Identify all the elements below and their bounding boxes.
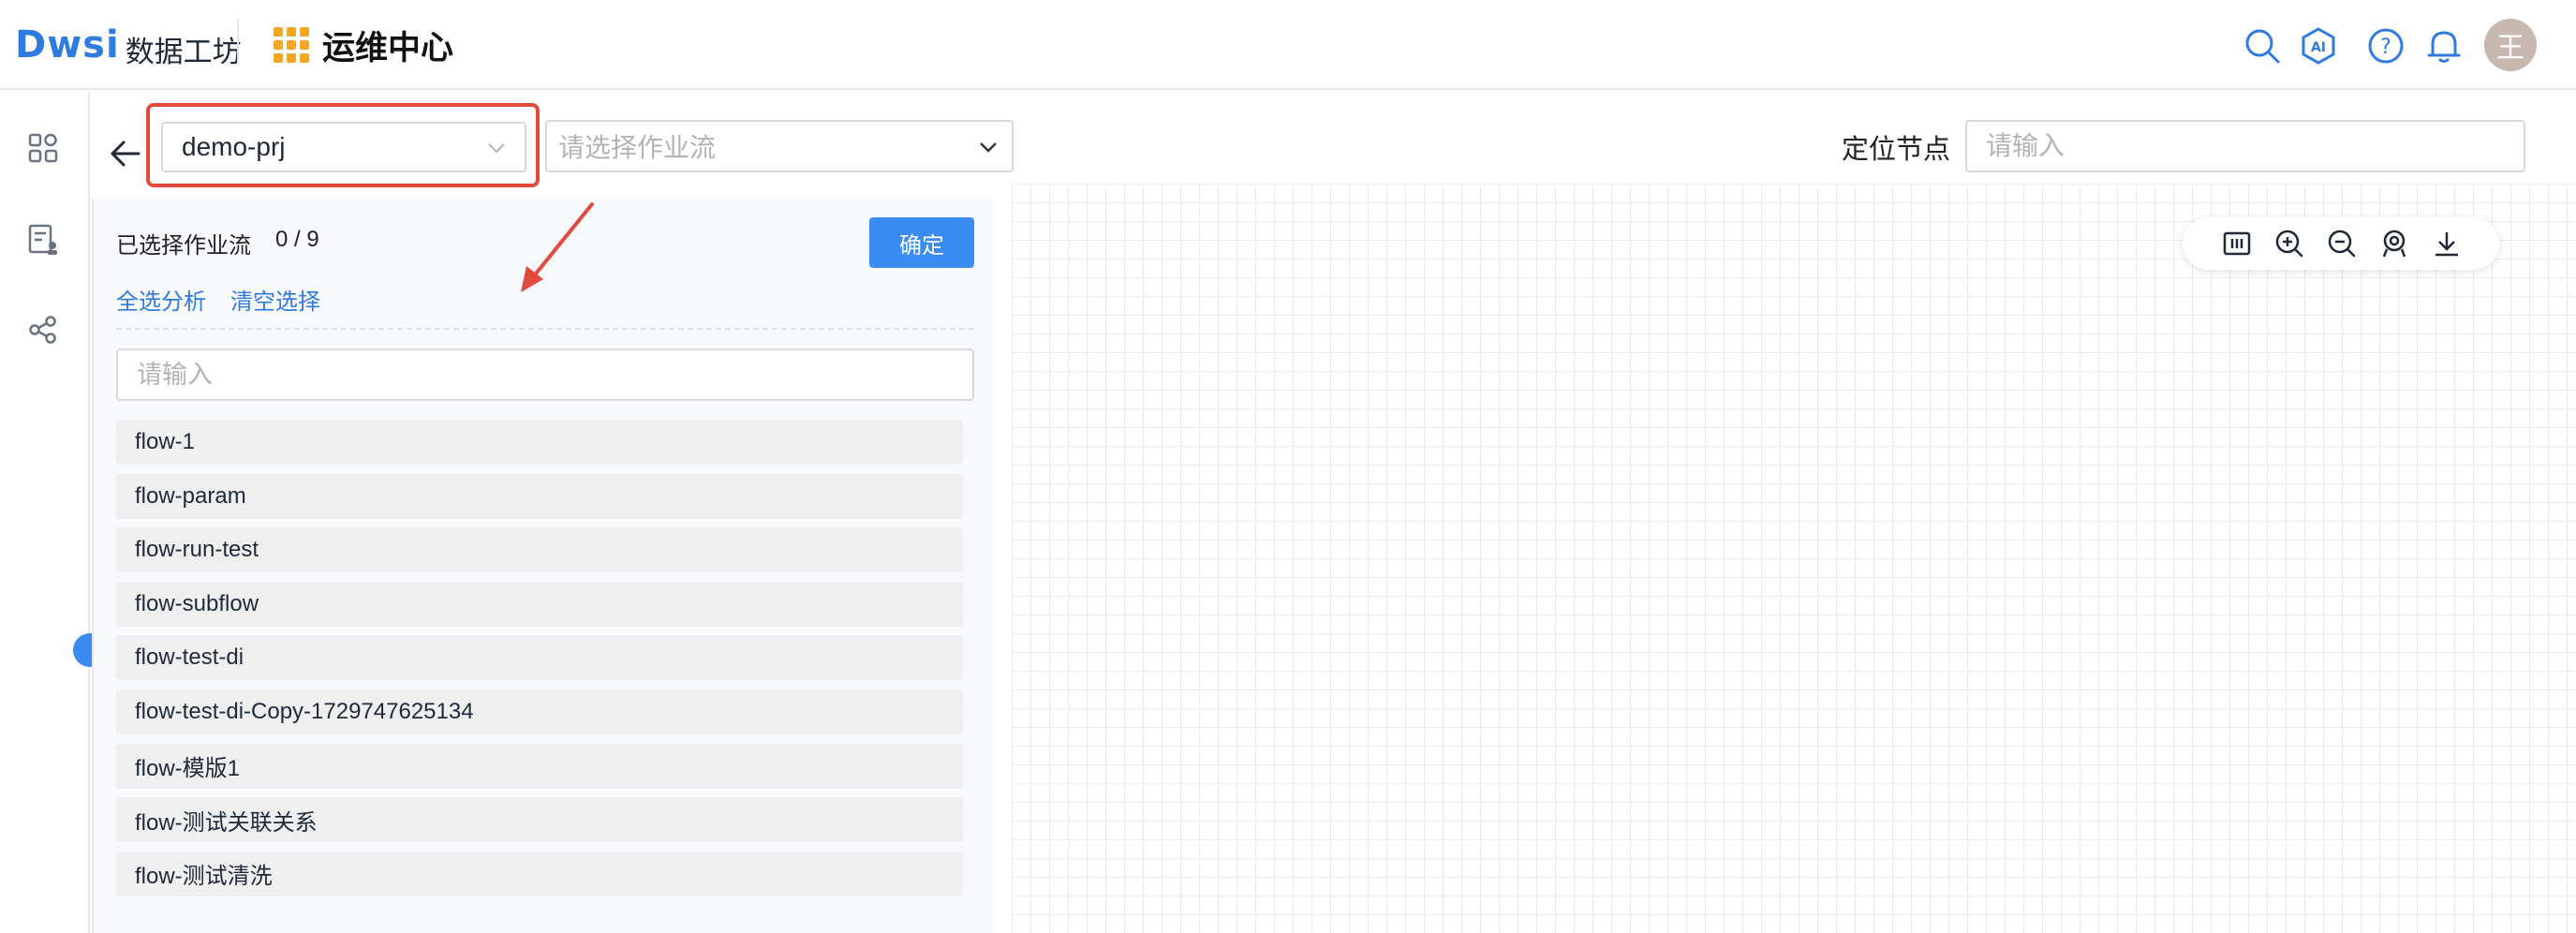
flow-select-dropdown: 已选择作业流 0 / 9 确定 全选分析 清空选择 flow-1 flow-par… bbox=[92, 199, 993, 933]
selected-flows-count: 0 / 9 bbox=[275, 227, 319, 252]
divider bbox=[116, 328, 974, 330]
app-header: Dwsi 数据工坊 运维中心 AI ? 王 bbox=[0, 0, 2576, 90]
back-arrow-icon[interactable] bbox=[107, 135, 144, 172]
brand[interactable]: Dwsi 数据工坊 bbox=[15, 19, 242, 71]
dag-canvas[interactable] bbox=[1012, 184, 2576, 933]
user-avatar[interactable]: 王 bbox=[2484, 19, 2537, 71]
header-divider bbox=[237, 19, 239, 66]
brand-logo: Dwsi bbox=[15, 23, 120, 67]
project-select-highlight: demo-prj bbox=[146, 103, 540, 187]
ai-assistant-icon[interactable]: AI bbox=[2299, 26, 2338, 66]
flow-select[interactable]: 请选择作业流 bbox=[545, 120, 1014, 172]
download-icon[interactable] bbox=[2432, 229, 2462, 259]
module-grid-icon bbox=[274, 27, 309, 63]
locate-node-label: 定位节点 bbox=[1842, 135, 1951, 165]
selected-flows-label: 已选择作业流 bbox=[116, 233, 251, 259]
svg-text:AI: AI bbox=[2311, 40, 2326, 55]
project-select[interactable]: demo-prj bbox=[161, 122, 526, 172]
zoom-out-icon[interactable] bbox=[2327, 229, 2357, 259]
project-select-value: demo-prj bbox=[182, 132, 286, 161]
select-all-link[interactable]: 全选分析 bbox=[116, 283, 206, 316]
search-icon[interactable] bbox=[2243, 26, 2282, 66]
canvas-toolbar bbox=[2183, 217, 2499, 270]
help-icon[interactable]: ? bbox=[2366, 26, 2406, 66]
flow-select-placeholder: 请选择作业流 bbox=[558, 133, 717, 162]
flow-list: flow-1 flow-param flow-run-test flow-subflo… bbox=[116, 420, 963, 905]
notification-bell-icon[interactable] bbox=[2424, 26, 2464, 66]
dropdown-body: 已选择作业流 0 / 9 确定 全选分析 清空选择 flow-1 flow-par… bbox=[94, 199, 993, 933]
module-switcher[interactable]: 运维中心 bbox=[274, 21, 453, 69]
apps-grid-icon[interactable] bbox=[26, 131, 60, 165]
chevron-down-icon bbox=[980, 142, 997, 153]
flow-list-item[interactable]: flow-test-di bbox=[116, 635, 963, 681]
locate-marker-icon[interactable] bbox=[2379, 229, 2409, 259]
fit-view-icon[interactable] bbox=[2222, 229, 2252, 259]
lineage-graph-icon[interactable] bbox=[26, 313, 60, 347]
flow-list-item[interactable]: flow-param bbox=[116, 473, 963, 519]
brand-logo-text: Dwsi bbox=[15, 23, 120, 67]
flow-list-item[interactable]: flow-run-test bbox=[116, 527, 963, 573]
flow-list-item[interactable]: flow-subflow bbox=[116, 581, 963, 627]
clear-selection-link[interactable]: 清空选择 bbox=[230, 283, 320, 316]
flow-list-item[interactable]: flow-模版1 bbox=[116, 743, 963, 789]
chevron-down-icon bbox=[488, 143, 505, 154]
flow-list-item[interactable]: flow-1 bbox=[116, 420, 963, 465]
flow-list-item[interactable]: flow-测试清洗 bbox=[116, 851, 963, 896]
flow-search-input[interactable] bbox=[116, 348, 974, 401]
left-rail bbox=[0, 92, 90, 933]
svg-text:?: ? bbox=[2380, 36, 2391, 59]
confirm-button[interactable]: 确定 bbox=[869, 217, 974, 268]
flow-list-item[interactable]: flow-测试关联关系 bbox=[116, 797, 963, 843]
module-title: 运维中心 bbox=[322, 29, 454, 67]
annotation-arrow-icon bbox=[521, 202, 594, 292]
zoom-in-icon[interactable] bbox=[2274, 229, 2304, 259]
locate-node-input[interactable] bbox=[1965, 120, 2525, 172]
document-user-icon[interactable] bbox=[26, 223, 60, 257]
flow-list-item[interactable]: flow-test-di-Copy-1729747625134 bbox=[116, 689, 963, 734]
brand-name: 数据工坊 bbox=[125, 35, 242, 68]
